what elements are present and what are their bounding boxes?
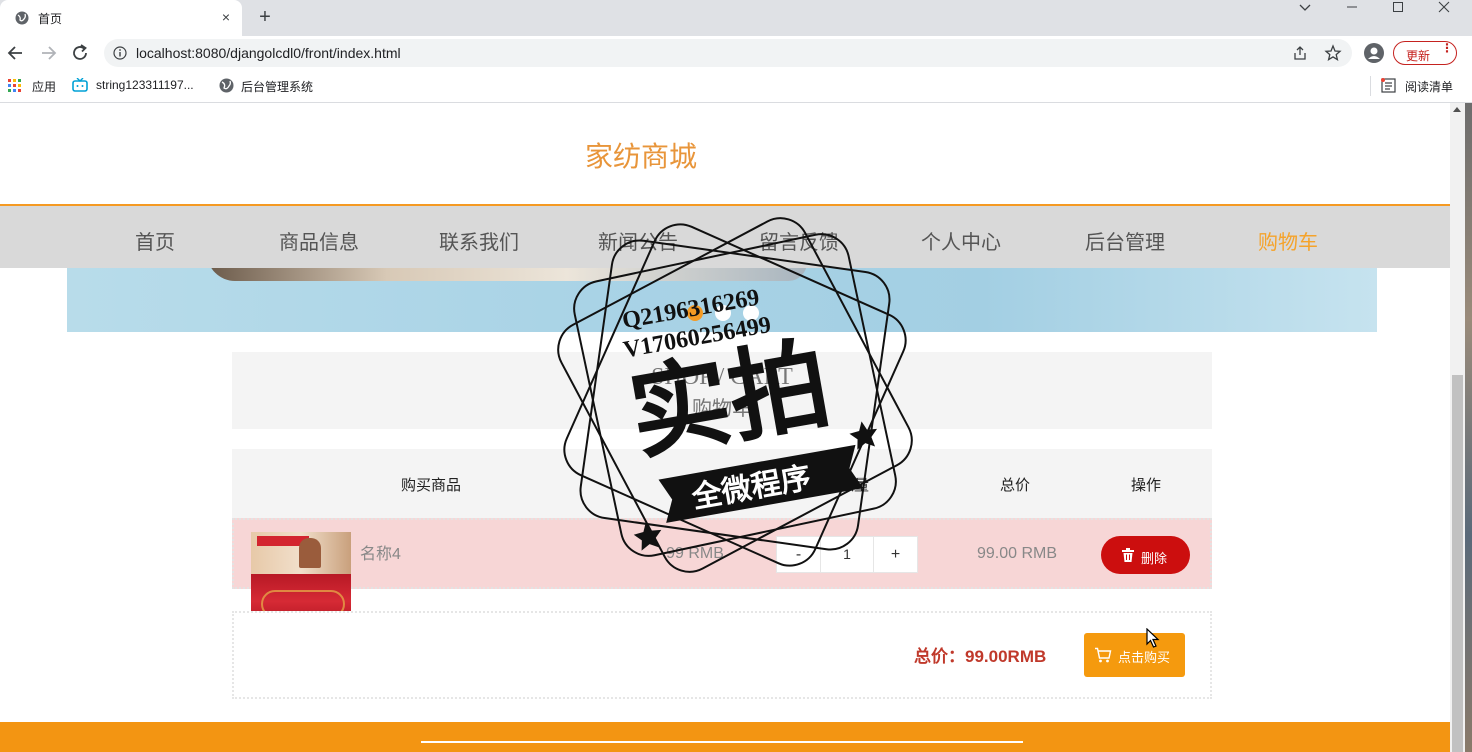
maximize-icon[interactable] [1375,0,1421,32]
grand-total: 总价：99.00RMB [914,647,1047,666]
forward-arrow-icon[interactable] [37,42,59,64]
reading-list-button[interactable]: 阅读清单 [1381,78,1461,94]
bookmark-divider [1370,76,1371,96]
nav-contact[interactable]: 联系我们 [399,226,559,255]
reading-list-label: 阅读清单 [1405,80,1454,94]
browser-tab-strip: 首页 × + [0,0,1472,36]
tab-close-button[interactable]: × [217,8,235,26]
buy-button[interactable]: 点击购买 [1084,633,1185,677]
back-arrow-icon[interactable] [5,42,27,64]
product-name[interactable]: 名称4 [360,540,401,564]
update-label: 更新 [1406,49,1431,63]
profile-avatar-icon[interactable] [1364,43,1384,63]
apps-grid-icon [8,79,21,92]
url-text[interactable]: localhost:8080/djangolcdl0/front/index.h… [136,45,401,61]
scroll-thumb[interactable] [1452,375,1463,752]
bookmark-label: 后台管理系统 [241,80,314,94]
watermark-stamp: Q2196316269 V17060256499 实拍 全微程序 [557,217,913,573]
scroll-up-arrow-icon[interactable] [1453,107,1461,112]
site-info-icon[interactable] [113,46,127,60]
row-total: 99.00 RMB [976,545,1058,562]
bookmark-string[interactable]: string123311197... [72,78,206,94]
update-button[interactable]: 更新 ⋮ [1393,41,1457,65]
col-action: 操作 [1130,477,1161,494]
more-menu-icon[interactable]: ⋮ [1441,42,1453,54]
delete-label: 删除 [1141,551,1168,566]
bookmark-label: 应用 [32,80,57,94]
cart-icon [1095,647,1112,663]
cart-summary: 总价：99.00RMB 点击购买 [232,611,1212,699]
nav-products[interactable]: 商品信息 [239,226,399,255]
globe-icon [219,78,234,93]
minimize-icon[interactable] [1329,0,1375,32]
mouse-cursor-icon [1146,628,1160,648]
globe-icon [15,11,29,25]
reading-list-icon [1381,78,1396,93]
nav-home[interactable]: 首页 [75,226,235,255]
footer-divider [421,741,1023,743]
browser-tab[interactable]: 首页 × [0,0,242,36]
bookmark-admin-system[interactable]: 后台管理系统 [219,78,319,94]
site-title: 家纺商城 [584,141,697,172]
share-icon[interactable] [1292,45,1308,61]
col-total: 总价 [999,477,1030,494]
nav-cart[interactable]: 购物车 [1208,226,1368,255]
col-product: 购买商品 [400,477,461,494]
desktop-background [1465,103,1472,752]
address-bar[interactable]: localhost:8080/djangolcdl0/front/index.h… [104,39,1352,67]
bookmark-label: string123311197... [96,78,194,92]
reload-icon[interactable] [69,42,91,64]
bookmark-star-icon[interactable] [1324,44,1342,62]
bookmarks-bar: 应用 string123311197... 后台管理系统 阅读清单 [0,70,1472,103]
buy-label: 点击购买 [1118,650,1171,665]
page-scrollbar[interactable] [1450,103,1465,752]
trash-icon [1122,548,1134,562]
nav-admin[interactable]: 后台管理 [1045,226,1205,255]
person-icon [1368,47,1380,59]
delete-button[interactable]: 删除 [1101,536,1190,574]
new-tab-button[interactable]: + [255,7,275,27]
tv-icon [72,78,88,92]
close-window-icon[interactable] [1421,0,1467,32]
browser-toolbar: localhost:8080/djangolcdl0/front/index.h… [0,36,1472,70]
tab-title: 首页 [38,12,63,26]
bookmark-apps[interactable]: 应用 [8,78,60,94]
tab-search-chevron-icon[interactable] [1283,0,1329,32]
site-footer [0,722,1450,752]
